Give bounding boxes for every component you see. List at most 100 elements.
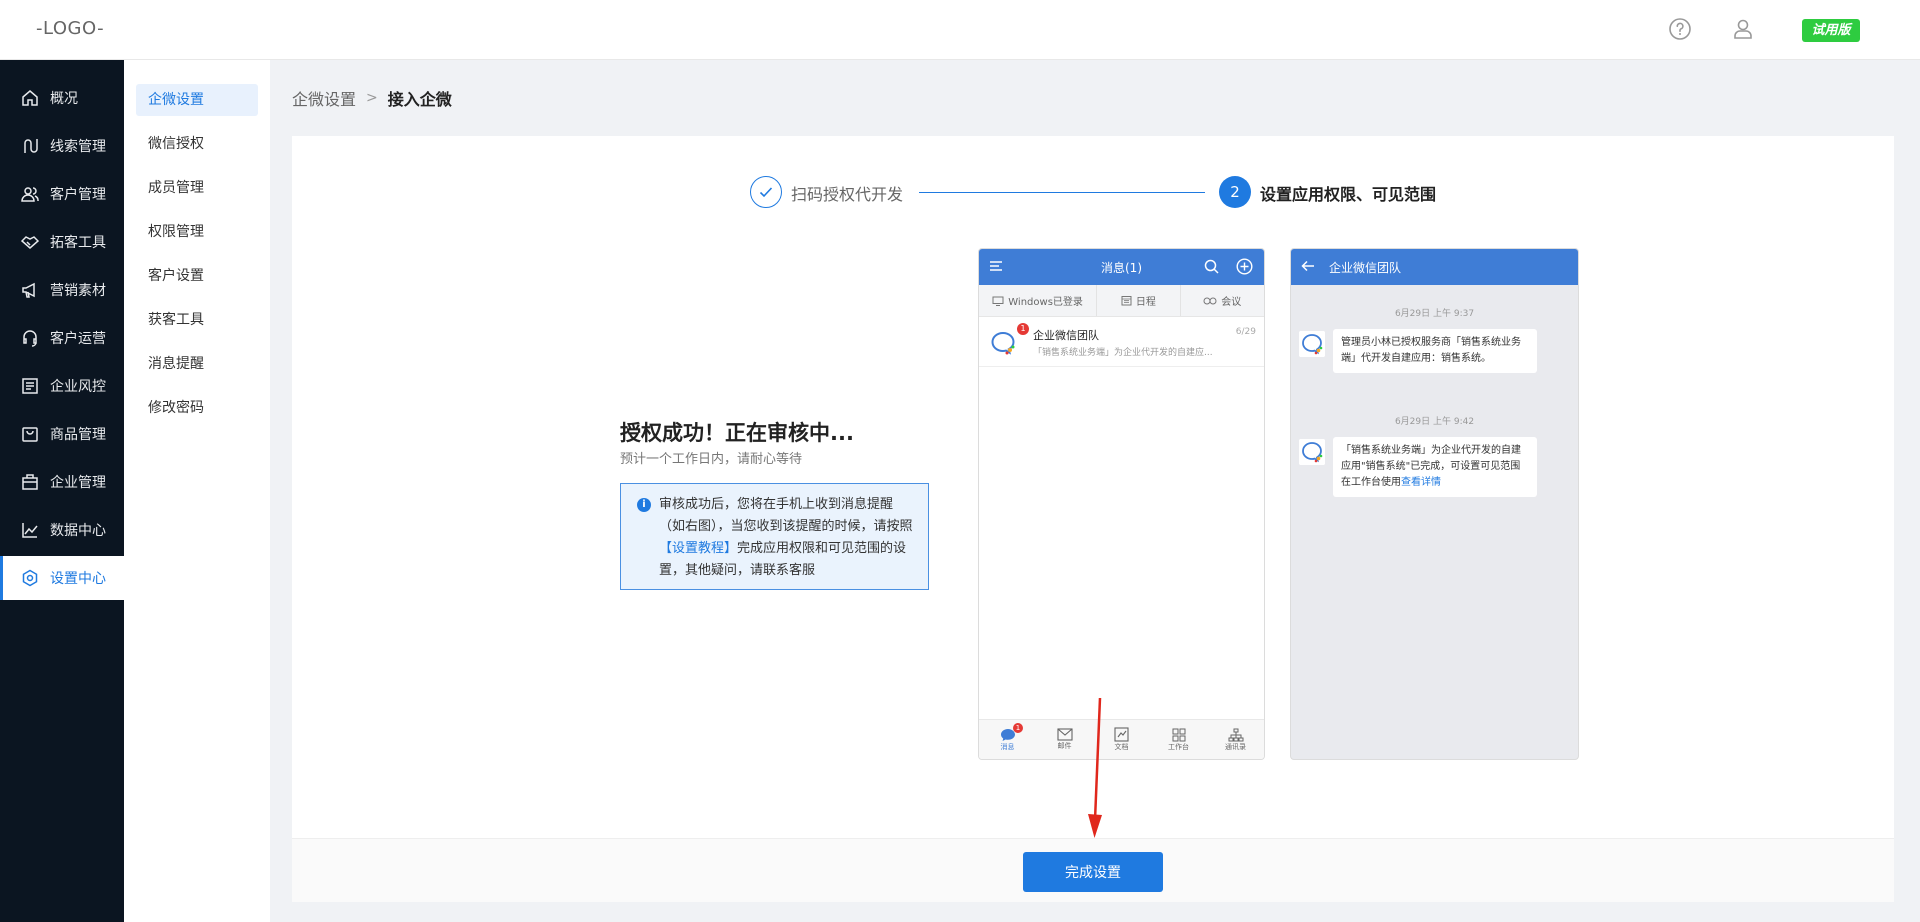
step-connector [919,192,1205,193]
phone-tab-windows: Windows已登录 [979,285,1096,316]
sidebar-item-label: 概况 [50,91,78,107]
phone-header: 消息(1) [979,249,1264,285]
step-2-number: 2 [1219,176,1251,208]
sidebar-item-enterprise[interactable]: 企业管理 [0,460,124,504]
meeting-icon [1203,297,1217,304]
chat-bubble: 管理员小林已授权服务商「销售系统业务端」代开发自建应用：销售系统。 [1333,329,1537,373]
phone-bottom-tab-workbench: 工作台 [1150,720,1207,759]
sidebar-item-products[interactable]: 商品管理 [0,412,124,456]
annotation-arrow-icon [1088,697,1102,838]
subnav-item-customer-settings[interactable]: 客户设置 [136,260,258,292]
search-icon [1204,259,1219,274]
subnav-item-permissions[interactable]: 权限管理 [136,216,258,248]
phone-quick-tabs: Windows已登录 日程 会议 [979,285,1264,317]
subnav-item-members[interactable]: 成员管理 [136,172,258,204]
trial-badge[interactable]: 试用版 [1802,19,1860,42]
step-2-label: 设置应用权限、可见范围 [1260,185,1437,204]
bottom-tab-label: 文档 [1114,743,1129,751]
mail-icon [1056,728,1073,741]
docs-icon [1114,727,1129,742]
view-details-link: 查看详情 [1401,477,1441,488]
bottom-tab-label: 消息 [1000,742,1015,751]
bottom-unread-badge: 1 [1013,723,1023,733]
step-1-label: 扫码授权代开发 [791,185,904,204]
phone-tab-schedule: 日程 [1096,285,1179,316]
bottom-tab-label: 邮件 [1057,742,1072,750]
message-list-item: 1 企业微信团队 6/29 「销售系统业务端」为企业代开发的自建应... [979,317,1264,367]
auth-status-subtitle: 预计一个工作日内，请耐心等待 [620,452,803,467]
bottom-tab-label: 通讯录 [1225,742,1246,751]
sidebar-item-label: 线索管理 [50,139,106,155]
sidebar-item-data-center[interactable]: 数据中心 [0,508,124,552]
subnav-item-notifications[interactable]: 消息提醒 [136,348,258,380]
settings-icon [20,568,40,588]
sidebar-item-leads[interactable]: 线索管理 [0,124,124,168]
bottom-tab-label: 工作台 [1168,742,1189,751]
sidebar-item-marketing[interactable]: 营销素材 [0,268,124,312]
subnav-item-wecom-settings[interactable]: 企微设置 [136,84,258,116]
breadcrumb: 企微设置 > 接入企微 [292,86,452,110]
sidebar-item-customers[interactable]: 客户管理 [0,172,124,216]
chat-bubble: 「销售系统业务端」为企业代开发的自建应用"销售系统"已完成，可设置可见范围在工作… [1333,437,1537,497]
add-icon [1236,258,1253,275]
briefcase-icon [20,472,40,492]
route-icon [20,136,40,156]
chat-timestamp: 6月29日 上午 9:42 [1394,417,1475,427]
phone-tab-label: 会议 [1221,297,1242,308]
unread-badge: 1 [1017,323,1029,335]
phone-header: 企业微信团队 [1291,249,1578,285]
home-icon [20,88,40,108]
phone-tab-label: 日程 [1135,297,1156,308]
sidebar-item-label: 客户管理 [50,187,106,203]
sidebar-item-label: 客户运营 [50,331,106,347]
info-alert: i 审核成功后，您将在手机上收到消息提醒（如右图），当您收到该提醒的时候，请按照… [620,483,929,590]
phone-mockup-messages: 消息(1) Windows已登录 日程 会议 1 企业微信团队 6/29 「销售… [978,248,1265,760]
org-chart-icon [1228,728,1243,741]
sidebar-item-acquisition-tools[interactable]: 拓客工具 [0,220,124,264]
sidebar-item-label: 数据中心 [50,523,106,539]
phone-bottom-tab-messages: 消息 1 [979,720,1036,759]
sidebar-item-label: 企业风控 [50,379,106,395]
message-date: 6/29 [1235,327,1256,337]
top-header: -LOGO- 试用版 [0,0,1920,60]
help-icon[interactable] [1668,17,1692,41]
sidebar-item-label: 商品管理 [50,427,106,443]
sidebar-item-risk-control[interactable]: 企业风控 [0,364,124,408]
finish-setup-button[interactable]: 完成设置 [1023,852,1163,892]
megaphone-icon [20,280,40,300]
chat-timestamp: 6月29日 上午 9:37 [1394,309,1475,319]
setup-tutorial-link[interactable]: 【设置教程】 [659,541,737,556]
document-icon [20,376,40,396]
bag-icon [20,424,40,444]
subnav-item-change-password[interactable]: 修改密码 [136,392,258,424]
back-arrow-icon [1301,260,1314,272]
sidebar-item-overview[interactable]: 概况 [0,76,124,120]
subnav-item-acquisition-tools[interactable]: 获客工具 [136,304,258,336]
card-footer: 完成设置 [292,838,1894,902]
wecom-logo-icon [1299,439,1325,465]
breadcrumb-current: 接入企微 [387,90,452,109]
sidebar-item-label: 拓客工具 [50,235,106,251]
sidebar-item-customer-ops[interactable]: 客户运营 [0,316,124,360]
sidebar-item-settings[interactable]: 设置中心 [0,556,124,600]
settings-subnav: 企微设置 微信授权 成员管理 权限管理 客户设置 获客工具 消息提醒 修改密码 [124,60,270,922]
wecom-logo-icon [991,331,1015,355]
calendar-icon [1121,296,1132,306]
wecom-logo-icon [1299,331,1325,357]
sidebar-item-label: 营销素材 [50,283,106,299]
sidebar-item-label: 设置中心 [50,571,106,587]
phone-title: 消息(1) [1101,261,1142,275]
phone-bottom-tabbar: 消息 1 邮件 文档 工作台 通讯录 [979,719,1264,759]
breadcrumb-parent[interactable]: 企微设置 [292,86,356,110]
phone-mockup-chat: 企业微信团队 6月29日 上午 9:37 管理员小林已授权服务商「销售系统业务端… [1290,248,1579,760]
logo: -LOGO- [36,18,105,39]
handshake-icon [20,232,40,252]
subnav-item-wechat-auth[interactable]: 微信授权 [136,128,258,160]
phone-bottom-tab-contacts: 通讯录 [1207,720,1264,759]
step-complete-icon [750,176,782,208]
phone-tab-label: Windows已登录 [1008,297,1083,308]
info-icon: i [637,498,651,512]
user-icon[interactable] [1731,17,1755,41]
sidebar-item-label: 企业管理 [50,475,106,491]
auth-status-title: 授权成功！正在审核中... [620,421,854,445]
